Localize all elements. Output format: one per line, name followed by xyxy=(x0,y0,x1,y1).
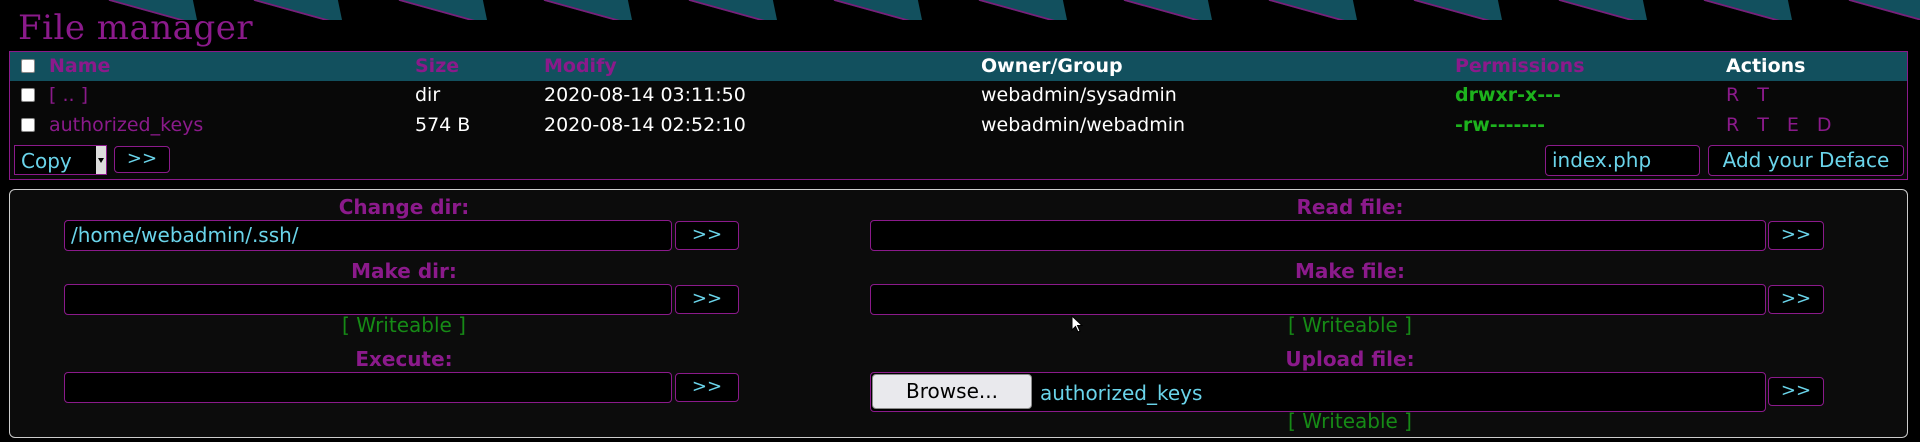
upload-status: [ Writeable ] xyxy=(1288,409,1412,433)
decorative-header-tabs xyxy=(0,0,1920,20)
header-name[interactable]: Name xyxy=(49,55,110,77)
file-size: 574 B xyxy=(415,114,471,136)
change-dir-input[interactable]: /home/webadmin/.ssh/ xyxy=(64,220,672,251)
action-go-button[interactable]: >> xyxy=(114,146,170,173)
file-size: dir xyxy=(415,84,441,106)
file-modified: 2020-08-14 02:52:10 xyxy=(544,114,746,136)
table-row: [ .. ] dir 2020-08-14 03:11:50 webadmin/… xyxy=(10,81,1907,109)
file-actions[interactable]: R T E D xyxy=(1726,114,1838,136)
file-name-link[interactable]: authorized_keys xyxy=(49,114,203,136)
upload-file-button[interactable]: >> xyxy=(1768,377,1824,406)
select-all-checkbox[interactable] xyxy=(21,59,35,73)
file-owner: webadmin/webadmin xyxy=(981,114,1186,136)
action-select-value: Copy xyxy=(21,149,72,173)
make-dir-button[interactable]: >> xyxy=(675,285,739,314)
make-file-input[interactable] xyxy=(870,284,1766,315)
header-actions: Actions xyxy=(1726,55,1806,77)
change-dir-button[interactable]: >> xyxy=(675,221,739,250)
header-owner-group: Owner/Group xyxy=(981,55,1123,77)
read-file-label: Read file: xyxy=(1296,195,1404,219)
upload-file-label: Upload file: xyxy=(1285,347,1415,371)
execute-label: Execute: xyxy=(355,347,453,371)
execute-button[interactable]: >> xyxy=(675,373,739,402)
chevron-down-icon xyxy=(96,146,106,174)
change-dir-label: Change dir: xyxy=(338,195,470,219)
file-owner: webadmin/sysadmin xyxy=(981,84,1177,106)
table-header: Name Size Modify Owner/Group Permissions… xyxy=(10,52,1907,81)
make-dir-label: Make dir: xyxy=(351,259,457,283)
make-file-status: [ Writeable ] xyxy=(1288,313,1412,337)
make-file-label: Make file: xyxy=(1295,259,1405,283)
read-file-input[interactable] xyxy=(870,220,1766,251)
header-size[interactable]: Size xyxy=(415,55,459,77)
make-dir-status: [ Writeable ] xyxy=(342,313,466,337)
action-select[interactable]: Copy xyxy=(14,145,107,175)
page-title: File manager xyxy=(18,8,254,48)
mouse-pointer-icon xyxy=(1071,315,1084,333)
header-modify[interactable]: Modify xyxy=(544,55,617,77)
file-name-link[interactable]: [ .. ] xyxy=(49,84,88,106)
upload-filename: authorized_keys xyxy=(1040,381,1203,405)
make-dir-input[interactable] xyxy=(64,284,672,315)
make-file-button[interactable]: >> xyxy=(1768,285,1824,314)
file-permissions[interactable]: -rw------- xyxy=(1455,114,1545,136)
deface-filename-input[interactable]: index.php xyxy=(1545,145,1700,176)
file-modified: 2020-08-14 03:11:50 xyxy=(544,84,746,106)
row-checkbox[interactable] xyxy=(21,88,35,102)
add-deface-button[interactable]: Add your Deface xyxy=(1708,145,1904,176)
table-row: authorized_keys 574 B 2020-08-14 02:52:1… xyxy=(10,111,1907,139)
tools-panel: Change dir: /home/webadmin/.ssh/ >> Make… xyxy=(9,189,1908,438)
file-permissions[interactable]: drwxr-x--- xyxy=(1455,84,1561,106)
execute-input[interactable] xyxy=(64,372,672,403)
file-actions[interactable]: R T xyxy=(1726,84,1775,106)
file-table: Name Size Modify Owner/Group Permissions… xyxy=(9,51,1908,180)
row-checkbox[interactable] xyxy=(21,118,35,132)
read-file-button[interactable]: >> xyxy=(1768,221,1824,250)
header-permissions[interactable]: Permissions xyxy=(1455,55,1585,77)
browse-button[interactable]: Browse... xyxy=(872,374,1032,409)
